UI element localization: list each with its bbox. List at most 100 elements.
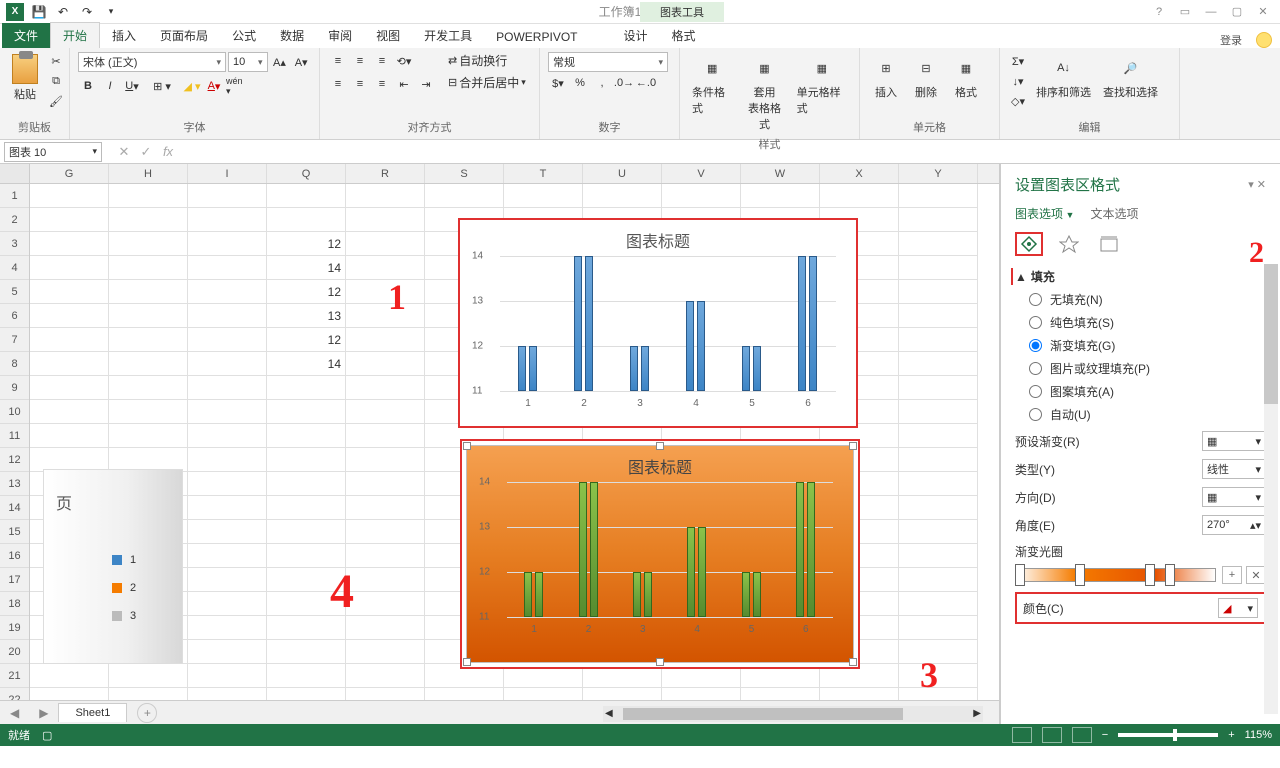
tab-data[interactable]: 数据	[268, 23, 316, 48]
cell[interactable]	[188, 352, 267, 376]
maximize-icon[interactable]: ▢	[1226, 3, 1248, 21]
fill-color-button[interactable]: ◢ ▾	[182, 77, 202, 95]
cell[interactable]	[820, 184, 899, 208]
undo-icon[interactable]: ↶	[52, 2, 74, 22]
cell[interactable]	[741, 184, 820, 208]
row-header[interactable]: 16	[0, 544, 29, 568]
accounting-format-icon[interactable]: $▾	[548, 74, 568, 92]
cell[interactable]	[267, 400, 346, 424]
cell[interactable]	[346, 184, 425, 208]
row-header[interactable]: 6	[0, 304, 29, 328]
increase-font-icon[interactable]: A▴	[270, 53, 290, 71]
chart-bar[interactable]	[630, 346, 638, 391]
cell[interactable]	[583, 184, 662, 208]
gradient-color-picker[interactable]: ◢▾	[1218, 598, 1258, 618]
cell[interactable]	[346, 520, 425, 544]
cell[interactable]	[267, 208, 346, 232]
column-header[interactable]: Q	[267, 164, 346, 183]
page-break-view-icon[interactable]	[1072, 727, 1092, 743]
cell[interactable]	[346, 568, 425, 592]
italic-button[interactable]: I	[100, 77, 120, 95]
cell[interactable]	[899, 184, 978, 208]
save-icon[interactable]: 💾	[28, 2, 50, 22]
cell[interactable]	[267, 376, 346, 400]
zoom-in-icon[interactable]: +	[1228, 729, 1234, 741]
row-header[interactable]: 13	[0, 472, 29, 496]
cell[interactable]	[30, 208, 109, 232]
column-header[interactable]: I	[188, 164, 267, 183]
cell[interactable]	[188, 448, 267, 472]
bold-button[interactable]: B	[78, 77, 98, 95]
sign-in-link[interactable]: 登录	[1220, 32, 1242, 48]
format-painter-icon[interactable]: 🖌	[46, 92, 66, 110]
data-cell[interactable]: 12	[267, 232, 346, 256]
gradient-angle-spinner[interactable]: 270°▴▾	[1202, 515, 1266, 535]
column-header[interactable]: Y	[899, 164, 978, 183]
row-header[interactable]: 14	[0, 496, 29, 520]
chart-bar[interactable]	[742, 572, 750, 617]
border-button[interactable]: ⊞ ▾	[152, 77, 172, 95]
cell[interactable]	[188, 400, 267, 424]
chart-bar[interactable]	[697, 301, 705, 391]
cell[interactable]	[899, 664, 978, 688]
cell[interactable]	[188, 496, 267, 520]
phonetic-button[interactable]: wén ▾	[226, 77, 246, 95]
tab-formulas[interactable]: 公式	[220, 23, 268, 48]
fill-auto-radio[interactable]: 自动(U)	[1029, 406, 1266, 423]
row-header[interactable]: 21	[0, 664, 29, 688]
cell[interactable]	[899, 304, 978, 328]
panel-scrollbar[interactable]	[1264, 264, 1278, 714]
cell-styles-button[interactable]: ▦单元格样式	[793, 52, 851, 118]
chart-bar[interactable]	[698, 527, 706, 617]
chart-bar[interactable]	[753, 346, 761, 391]
cell[interactable]	[899, 424, 978, 448]
cell[interactable]	[109, 256, 188, 280]
copy-icon[interactable]: ⧉	[46, 72, 66, 90]
embedded-chart-1[interactable]: 图表标题 11121314123456	[458, 218, 858, 428]
wrap-text-button[interactable]: ⇄ 自动换行	[448, 52, 526, 69]
cell[interactable]	[899, 496, 978, 520]
cell[interactable]	[899, 256, 978, 280]
chart-bar[interactable]	[524, 572, 532, 617]
preset-gradient-combo[interactable]: ▦▾	[1202, 431, 1266, 451]
panel-tab-chart-options[interactable]: 图表选项	[1015, 205, 1074, 222]
chart-bar[interactable]	[687, 527, 695, 617]
cell[interactable]	[188, 664, 267, 688]
cell[interactable]	[267, 520, 346, 544]
panel-tab-text-options[interactable]: 文本选项	[1090, 205, 1138, 222]
cell[interactable]	[109, 232, 188, 256]
chart-bar[interactable]	[633, 572, 641, 617]
cell[interactable]	[188, 376, 267, 400]
percent-format-icon[interactable]: %	[570, 74, 590, 92]
cell[interactable]	[899, 568, 978, 592]
select-all-corner[interactable]	[0, 164, 30, 183]
cell[interactable]	[30, 280, 109, 304]
cell[interactable]	[899, 544, 978, 568]
row-header[interactable]: 10	[0, 400, 29, 424]
cell[interactable]	[109, 280, 188, 304]
cell[interactable]	[267, 424, 346, 448]
cell[interactable]	[899, 520, 978, 544]
cell[interactable]	[188, 520, 267, 544]
row-header[interactable]: 8	[0, 352, 29, 376]
fill-section-header[interactable]: ▲ 填充	[1015, 268, 1266, 285]
cell[interactable]	[188, 208, 267, 232]
cell[interactable]	[899, 352, 978, 376]
cell[interactable]	[109, 208, 188, 232]
add-stop-icon[interactable]: +	[1222, 566, 1242, 584]
chart-bar[interactable]	[579, 482, 587, 617]
remove-stop-icon[interactable]: ✕	[1246, 566, 1266, 584]
column-header[interactable]: U	[583, 164, 662, 183]
ribbon-options-icon[interactable]: ▭	[1174, 3, 1196, 21]
cell[interactable]	[109, 352, 188, 376]
cell[interactable]	[30, 352, 109, 376]
name-box[interactable]: 图表 10▾	[4, 142, 102, 162]
cell[interactable]	[267, 448, 346, 472]
redo-icon[interactable]: ↷	[76, 2, 98, 22]
cell[interactable]	[346, 400, 425, 424]
cell[interactable]	[188, 184, 267, 208]
close-icon[interactable]: ✕	[1252, 3, 1274, 21]
font-name-combo[interactable]: 宋体 (正文)	[78, 52, 226, 72]
cell[interactable]	[30, 232, 109, 256]
cell[interactable]	[899, 592, 978, 616]
